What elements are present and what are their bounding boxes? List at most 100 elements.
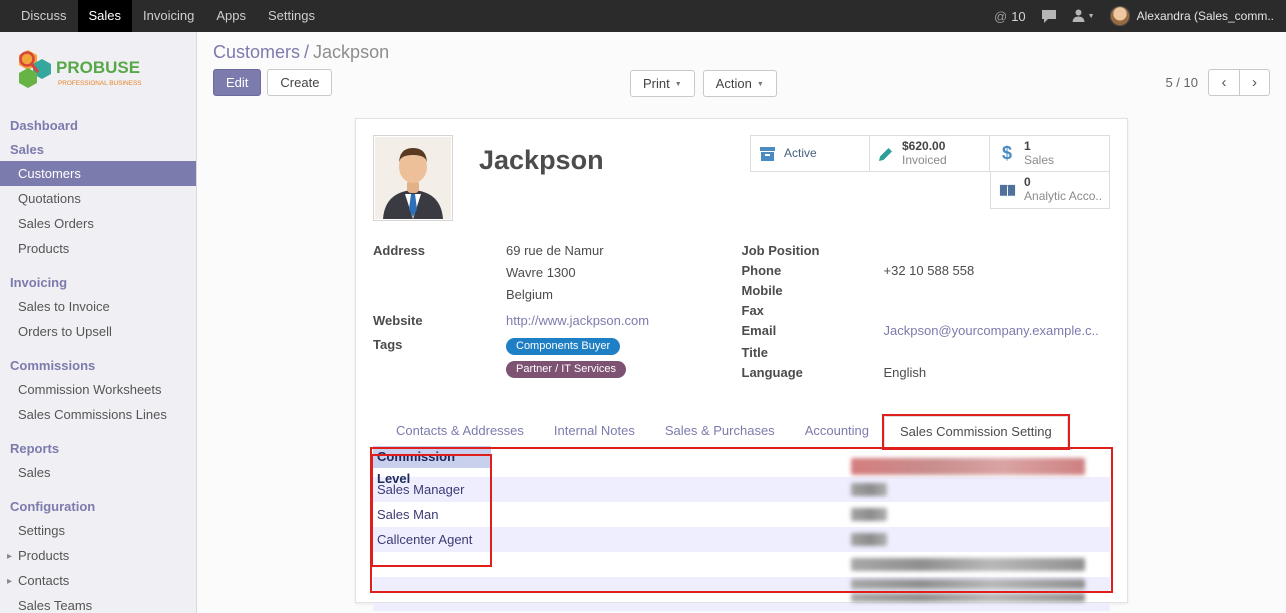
print-dropdown[interactable]: Print ▼ [630, 70, 695, 97]
create-button[interactable]: Create [267, 69, 332, 96]
user-menu[interactable]: Alexandra (Sales_comm.. [1110, 6, 1274, 26]
sidebar-item-label: Contacts [18, 573, 69, 588]
pager-count: 5 / 10 [1165, 75, 1198, 90]
avatar [1110, 6, 1130, 26]
mention-counter[interactable]: @ 10 [994, 9, 1026, 24]
record-title: Jackpson [479, 145, 604, 176]
user-status-toggle[interactable]: ▼ [1072, 9, 1095, 23]
edit-button[interactable]: Edit [213, 69, 261, 96]
archive-icon [759, 146, 776, 162]
analytic-accounts-stat-button[interactable]: 0Analytic Acco... [990, 172, 1110, 209]
tab-sales-purchases[interactable]: Sales & Purchases [650, 416, 790, 448]
language-value: English [884, 365, 927, 381]
sidebar-item-contacts-config[interactable]: ▸ Contacts [0, 568, 196, 593]
table-row-callcenter-agent[interactable]: Callcenter Agent [373, 527, 1110, 552]
sidebar-item-sales-orders[interactable]: Sales Orders [0, 211, 196, 236]
chevron-down-icon: ▼ [675, 81, 682, 88]
tab-internal-notes[interactable]: Internal Notes [539, 416, 650, 448]
job-position-label: Job Position [742, 243, 884, 259]
sidebar-item-settings[interactable]: Settings [0, 518, 196, 543]
table-row-empty [373, 552, 1110, 577]
address-line: 69 rue de Namur [506, 243, 604, 258]
sidebar-heading-sales[interactable]: Sales [0, 137, 196, 161]
breadcrumb-current: Jackpson [313, 42, 389, 62]
main-menu: Discuss Sales Invoicing Apps Settings [0, 0, 326, 32]
commission-level-cell: Callcenter Agent [373, 532, 851, 547]
address-value: 69 rue de Namur Wavre 1300 Belgium [506, 243, 604, 309]
print-label: Print [643, 76, 670, 91]
sidebar-heading-reports[interactable]: Reports [0, 436, 196, 460]
sidebar-item-commission-worksheets[interactable]: Commission Worksheets [0, 377, 196, 402]
sidebar-item-reports-sales[interactable]: Sales [0, 460, 196, 485]
tab-sales-commission-setting[interactable]: Sales Commission Setting [884, 416, 1068, 448]
at-icon: @ [994, 9, 1007, 24]
sidebar-heading-dashboard[interactable]: Dashboard [0, 113, 196, 137]
email-link[interactable]: Jackpson@yourcompany.example.c.. [884, 323, 1099, 338]
dollar-icon: $ [998, 143, 1016, 164]
customer-form: Jackpson Active $620.0 [355, 118, 1128, 603]
table-row-empty [373, 603, 1110, 611]
mention-count: 10 [1011, 9, 1025, 24]
sidebar-heading-invoicing[interactable]: Invoicing [0, 270, 196, 294]
redacted-column-header [851, 458, 1085, 475]
sidebar-heading-configuration[interactable]: Configuration [0, 494, 196, 518]
menu-discuss[interactable]: Discuss [10, 0, 78, 32]
pager-previous-button[interactable]: ‹ [1208, 69, 1239, 96]
tag-partner-it-services[interactable]: Partner / IT Services [506, 361, 626, 378]
phone-value: +32 10 588 558 [884, 263, 975, 279]
chevron-down-icon: ▼ [1088, 13, 1095, 20]
main-content: Customers/Jackpson Edit Create 5 / 10 ‹ … [197, 32, 1286, 613]
messages-icon[interactable] [1041, 9, 1057, 24]
table-header-row: Commission Level [373, 455, 1110, 477]
invoiced-stat-button[interactable]: $620.00Invoiced [870, 135, 990, 172]
sidebar-item-customers[interactable]: Customers [0, 161, 196, 186]
redacted-cell [851, 558, 1085, 571]
sidebar-item-products[interactable]: Products [0, 236, 196, 261]
website-link[interactable]: http://www.jackpson.com [506, 313, 649, 328]
menu-sales[interactable]: Sales [78, 0, 133, 32]
action-dropdown[interactable]: Action▼ [703, 70, 777, 97]
breadcrumb: Customers/Jackpson [213, 42, 1270, 63]
fax-label: Fax [742, 303, 884, 319]
customer-photo[interactable] [373, 135, 453, 221]
breadcrumb-customers[interactable]: Customers [213, 42, 300, 62]
sidebar-item-quotations[interactable]: Quotations [0, 186, 196, 211]
user-status-icon [1072, 9, 1085, 23]
pager-next-button[interactable]: › [1239, 69, 1270, 96]
sales-stat-button[interactable]: $ 1Sales [990, 135, 1110, 172]
title-label: Title [742, 345, 884, 361]
language-label: Language [742, 365, 884, 381]
table-row-empty [373, 577, 1110, 591]
pager: 5 / 10 ‹ › [1165, 69, 1270, 96]
tab-contacts-addresses[interactable]: Contacts & Addresses [381, 416, 539, 448]
tags-label: Tags [373, 337, 506, 383]
address-line: Belgium [506, 287, 604, 302]
sidebar-item-sales-commissions-lines[interactable]: Sales Commissions Lines [0, 402, 196, 427]
active-stat-button[interactable]: Active [750, 135, 870, 172]
phone-label: Phone [742, 263, 884, 279]
menu-apps[interactable]: Apps [205, 0, 257, 32]
probuse-logo[interactable]: PROBUSE PROFESSIONAL BUSINESS [0, 32, 196, 113]
redacted-cell [851, 533, 887, 546]
tab-accounting[interactable]: Accounting [790, 416, 884, 448]
sidebar-item-sales-teams[interactable]: Sales Teams [0, 593, 196, 613]
table-row-empty [373, 591, 1110, 603]
menu-invoicing[interactable]: Invoicing [132, 0, 205, 32]
logo-brand-text: PROBUSE [56, 58, 140, 77]
address-label: Address [373, 243, 506, 309]
table-row-sales-man[interactable]: Sales Man [373, 502, 1110, 527]
tag-components-buyer[interactable]: Components Buyer [506, 338, 620, 355]
column-header-commission-level[interactable]: Commission Level [373, 446, 491, 468]
sidebar-heading-commissions[interactable]: Commissions [0, 353, 196, 377]
sidebar: PROBUSE PROFESSIONAL BUSINESS Dashboard … [0, 32, 197, 613]
menu-settings[interactable]: Settings [257, 0, 326, 32]
mobile-label: Mobile [742, 283, 884, 299]
chevron-right-icon: ▸ [7, 574, 12, 589]
user-name: Alexandra (Sales_comm.. [1137, 9, 1274, 23]
sidebar-item-sales-to-invoice[interactable]: Sales to Invoice [0, 294, 196, 319]
chevron-right-icon: ▸ [7, 549, 12, 564]
redacted-cell [851, 593, 1085, 602]
sidebar-item-orders-to-upsell[interactable]: Orders to Upsell [0, 319, 196, 344]
book-icon [999, 183, 1016, 198]
sidebar-item-products-config[interactable]: ▸ Products [0, 543, 196, 568]
